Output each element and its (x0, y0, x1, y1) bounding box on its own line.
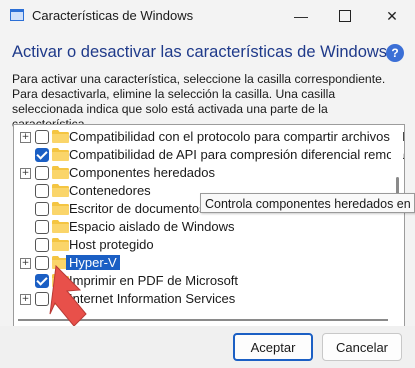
tooltip: Controla componentes heredados en Window… (200, 193, 415, 213)
description-text: Para activar una característica, selecci… (12, 72, 386, 131)
minimize-icon: — (294, 8, 308, 24)
folder-icon (52, 166, 69, 179)
tree-item-label: Imprimir en PDF de Microsoft (69, 273, 239, 288)
folder-icon (52, 130, 69, 143)
expand-icon[interactable]: + (20, 168, 31, 179)
maximize-icon (339, 10, 351, 22)
tree-item[interactable]: + Componentes heredados (14, 164, 386, 182)
feature-checkbox[interactable] (35, 184, 49, 198)
windows-features-icon (10, 9, 24, 21)
close-button[interactable]: ✕ (369, 0, 415, 32)
folder-icon (52, 184, 69, 197)
tree-item[interactable]: Espacio aislado de Windows (14, 218, 386, 236)
vertical-scrollbar[interactable] (391, 125, 403, 311)
window-title: Características de Windows (32, 8, 194, 23)
folder-icon (52, 238, 69, 251)
tree-item-label: Componentes heredados (69, 165, 215, 180)
minimize-button[interactable]: — (278, 0, 324, 32)
tree-item[interactable]: Host protegido (14, 236, 386, 254)
tree-item-label: Compatibilidad con el protocolo para com… (69, 129, 405, 144)
close-icon: ✕ (386, 7, 398, 24)
maximize-button[interactable] (322, 0, 368, 32)
page-title: Activar o desactivar las características… (12, 43, 388, 61)
footer: Aceptar Cancelar (0, 326, 415, 368)
tree-item[interactable]: Compatibilidad de API para compresión di… (14, 146, 404, 164)
tree-item-label: Espacio aislado de Windows (69, 219, 235, 234)
feature-checkbox[interactable] (35, 148, 49, 162)
accept-button[interactable]: Aceptar (233, 333, 313, 361)
feature-checkbox[interactable] (35, 220, 49, 234)
tree-item-label: Contenedores (69, 183, 151, 198)
tree-item-label: Compatibilidad de API para compresión di… (69, 147, 405, 162)
cancel-button[interactable]: Cancelar (322, 333, 402, 361)
folder-icon (52, 148, 69, 161)
feature-checkbox[interactable] (35, 202, 49, 216)
help-icon[interactable]: ? (386, 44, 404, 62)
folder-icon (52, 220, 69, 233)
expand-icon[interactable]: + (20, 132, 31, 143)
tree-item[interactable]: + Compatibilidad con el protocolo para co… (14, 128, 404, 146)
title-bar: Características de Windows — ✕ (0, 0, 415, 32)
feature-checkbox[interactable] (35, 238, 49, 252)
feature-checkbox[interactable] (35, 130, 49, 144)
folder-icon (52, 202, 69, 215)
feature-checkbox[interactable] (35, 166, 49, 180)
tree-item-label: Host protegido (69, 237, 154, 252)
